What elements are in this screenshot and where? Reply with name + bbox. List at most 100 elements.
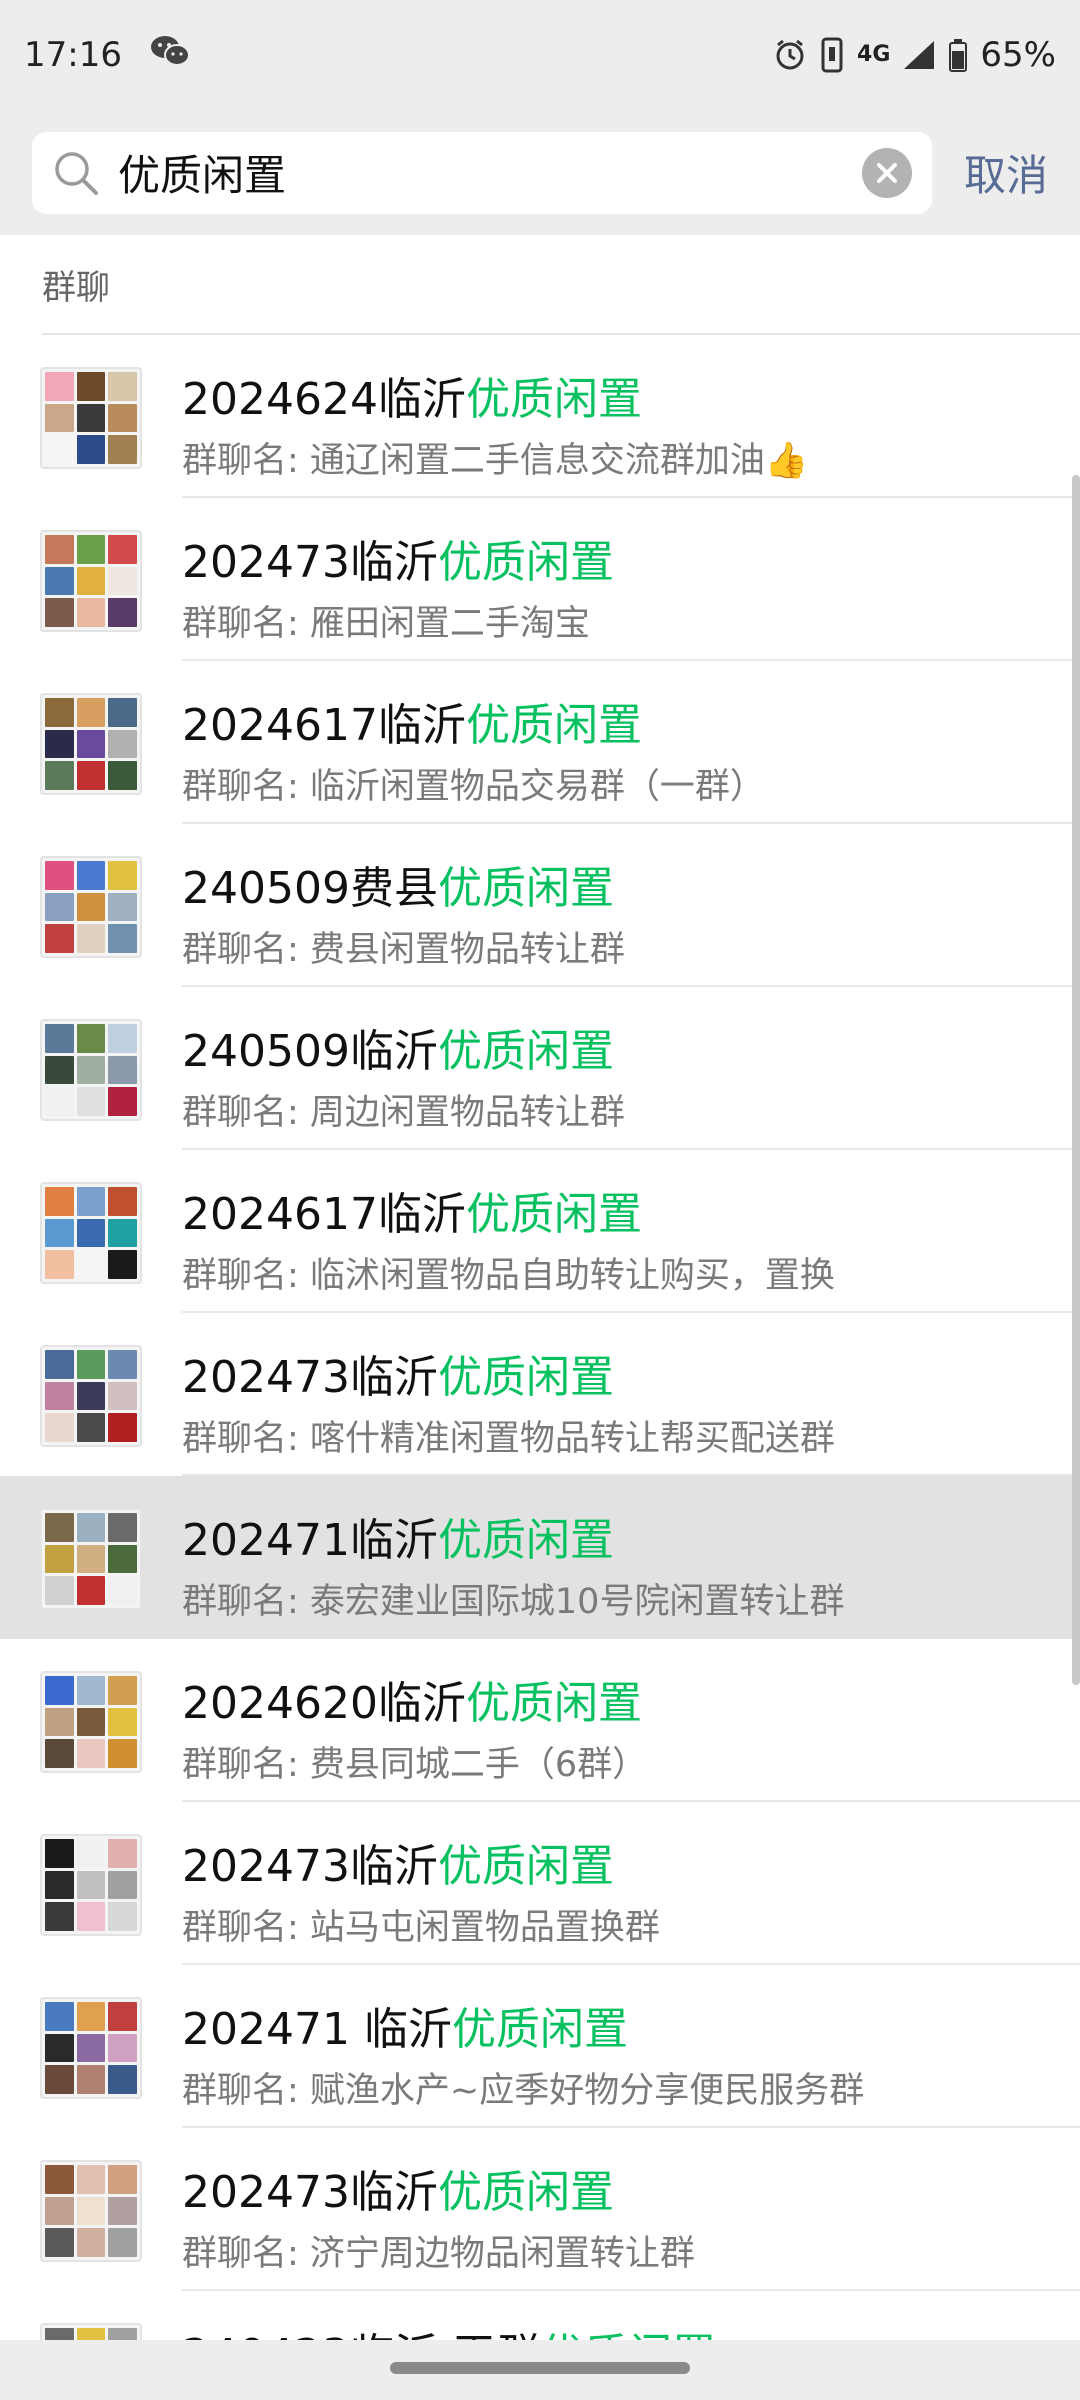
avatar-tile — [108, 698, 137, 727]
match-highlight: 优质闲置 — [437, 1515, 614, 1566]
avatar-tile — [76, 598, 106, 627]
group-title: 202471临沂优质闲置 — [182, 1504, 614, 1568]
list-item[interactable]: 240509费县优质闲置 群聊名: 费县闲置物品转让群 — [0, 824, 1080, 987]
avatar-tile — [76, 2165, 106, 2194]
avatar-tile — [76, 1513, 106, 1542]
group-avatar — [40, 1834, 142, 1936]
group-subtitle: 群聊名: 费县同城二手（6群） — [182, 1745, 648, 1785]
match-highlight: 优质闲置 — [465, 700, 642, 751]
avatar-tile — [108, 598, 137, 627]
avatar-tile — [45, 435, 74, 464]
list-item[interactable]: 202473临沂优质闲置 群聊名: 济宁周边物品闲置转让群 — [0, 2128, 1080, 2291]
group-subtitle: 群聊名: 临沂闲置物品交易群（一群） — [182, 767, 765, 807]
item-text: 202471 临沂优质闲置 群聊名: 赋渔水产~应季好物分享便民服务群 — [182, 1965, 1080, 2128]
group-title: 240509费县优质闲置 — [182, 852, 614, 916]
avatar-tile — [76, 1413, 106, 1442]
avatar-tile — [45, 892, 74, 922]
avatar-tile — [45, 729, 74, 759]
avatar-tile — [45, 1218, 74, 1248]
list-item[interactable]: 202473临沂优质闲置 群聊名: 站马屯闲置物品置换群 — [0, 1802, 1080, 1965]
cancel-button[interactable]: 取消 — [964, 142, 1048, 203]
avatar-tile — [45, 1544, 74, 1574]
wechat-icon — [150, 34, 190, 77]
group-title-prefix: 240509临沂 — [182, 1026, 438, 1077]
group-avatar — [40, 2323, 142, 2340]
avatar-tile — [108, 1218, 137, 1248]
group-avatar — [40, 1345, 142, 1447]
avatar-tile — [76, 861, 106, 890]
avatar-tile — [76, 1381, 106, 1411]
avatar-tile — [45, 1250, 74, 1279]
avatar-tile — [76, 892, 106, 922]
group-title: 240423临沂 平群优质闲置 — [182, 2319, 716, 2340]
search-input[interactable]: 优质闲置 — [118, 142, 862, 203]
avatar-tile — [45, 861, 74, 890]
list-item[interactable]: 2024620临沂优质闲置 群聊名: 费县同城二手（6群） — [0, 1639, 1080, 1802]
avatar-tile — [108, 1544, 137, 1574]
list-item[interactable]: 202473临沂优质闲置 群聊名: 喀什精准闲置物品转让帮买配送群 — [0, 1313, 1080, 1476]
avatar-tile — [76, 1870, 106, 1900]
avatar-tile — [45, 2065, 74, 2094]
avatar-tile — [45, 535, 74, 564]
group-title: 2024617临沂优质闲置 — [182, 689, 642, 753]
match-highlight: 优质闲置 — [437, 1841, 614, 1892]
clear-search-button[interactable] — [861, 147, 912, 198]
avatar-tile — [45, 2196, 74, 2226]
avatar-tile — [45, 2328, 74, 2340]
avatar-tile — [45, 1839, 74, 1868]
avatar-tile — [45, 2002, 74, 2031]
avatar-tile — [76, 1350, 106, 1379]
group-subtitle: 群聊名: 雁田闲置二手淘宝 — [182, 604, 590, 644]
list-item[interactable]: 202471临沂优质闲置 群聊名: 泰宏建业国际城10号院闲置转让群 — [0, 1476, 1080, 1639]
avatar-tile — [45, 761, 74, 790]
search-box[interactable]: 优质闲置 — [32, 131, 932, 214]
home-indicator[interactable] — [390, 2362, 690, 2374]
avatar-tile — [45, 1024, 74, 1053]
group-avatar — [40, 856, 142, 958]
avatar-tile — [108, 2033, 137, 2063]
avatar-tile — [108, 1381, 137, 1411]
search-results-page: 17:16 4G 65% 优质闲置 取消 群聊 2024624临沂优质闲置 群聊… — [0, 0, 1080, 2400]
group-avatar — [40, 1182, 142, 1284]
list-item[interactable]: 202471 临沂优质闲置 群聊名: 赋渔水产~应季好物分享便民服务群 — [0, 1965, 1080, 2128]
avatar-tile — [76, 566, 106, 596]
avatar-tile — [76, 2002, 106, 2031]
avatar-tile — [76, 1576, 106, 1605]
group-subtitle: 群聊名: 通辽闲置二手信息交流群加油👍 — [182, 441, 809, 481]
avatar-tile — [108, 861, 137, 890]
group-title: 202473临沂优质闲置 — [182, 1830, 614, 1894]
avatar-tile — [108, 2065, 137, 2094]
list-item[interactable]: 2024617临沂优质闲置 群聊名: 临沭闲置物品自助转让购买，置换 — [0, 1150, 1080, 1313]
match-highlight: 优质闲置 — [437, 1026, 614, 1077]
avatar-tile — [108, 372, 137, 401]
avatar-tile — [76, 1902, 106, 1931]
avatar-tile — [108, 535, 137, 564]
avatar-tile — [76, 1544, 106, 1574]
list-item[interactable]: 202473临沂优质闲置 群聊名: 雁田闲置二手淘宝 — [0, 498, 1080, 661]
list-item[interactable]: 240423临沂 平群优质闲置 — [0, 2291, 1080, 2340]
item-text: 202473临沂优质闲置 群聊名: 雁田闲置二手淘宝 — [182, 498, 1080, 661]
group-subtitle: 群聊名: 周边闲置物品转让群 — [182, 1093, 625, 1133]
avatar-tile — [76, 698, 106, 727]
item-text: 202473临沂优质闲置 群聊名: 喀什精准闲置物品转让帮买配送群 — [182, 1313, 1080, 1476]
vibrate-icon — [819, 37, 845, 73]
group-avatar — [40, 1019, 142, 1121]
list-item[interactable]: 2024617临沂优质闲置群聊名: 临沂闲置物品交易群（一群） — [0, 661, 1080, 824]
avatar-tile — [45, 2033, 74, 2063]
avatar-tile — [108, 1513, 137, 1542]
list-item[interactable]: 240509临沂优质闲置群聊名: 周边闲置物品转让群 — [0, 987, 1080, 1150]
status-bar: 17:16 4G 65% — [0, 0, 1080, 110]
scrollbar[interactable] — [1072, 475, 1080, 1685]
avatar-tile — [108, 1087, 137, 1116]
list-item[interactable]: 2024624临沂优质闲置 群聊名: 通辽闲置二手信息交流群加油👍 — [0, 335, 1080, 498]
avatar-tile — [45, 698, 74, 727]
avatar-tile — [76, 2328, 106, 2340]
avatar-tile — [76, 1676, 106, 1705]
match-highlight: 优质闲置 — [437, 863, 614, 914]
match-highlight: 优质闲置 — [437, 1352, 614, 1403]
avatar-tile — [76, 2228, 106, 2257]
avatar-tile — [45, 566, 74, 596]
results-list: 群聊 2024624临沂优质闲置 群聊名: 通辽闲置二手信息交流群加油👍 20247… — [0, 235, 1080, 2340]
item-text: 240423临沂 平群优质闲置 — [182, 2291, 1080, 2340]
group-title-prefix: 202473临沂 — [182, 2167, 438, 2218]
